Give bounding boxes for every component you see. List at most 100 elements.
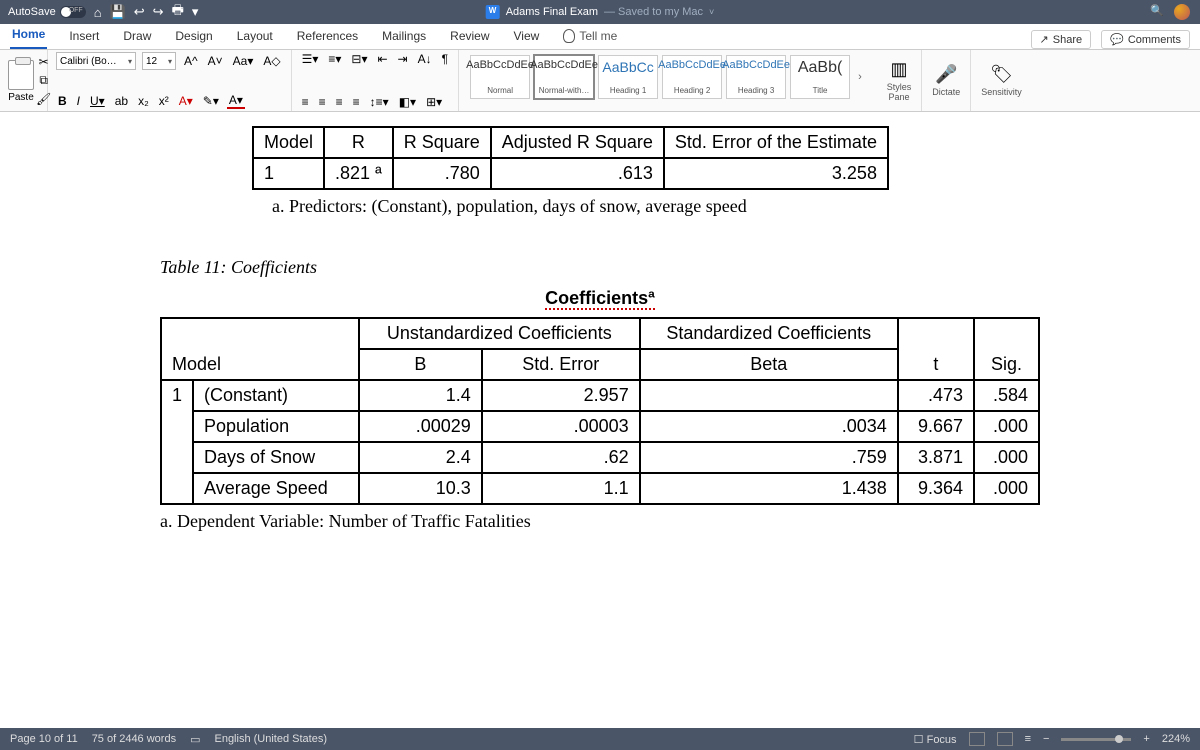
table-cell: 9.364 xyxy=(898,473,974,504)
tab-mailings[interactable]: Mailings xyxy=(380,25,428,49)
change-case-icon[interactable]: Aa▾ xyxy=(231,54,256,68)
ribbon: Paste ✂ ⧉ 🖌 Calibri (Bo… 12 A^ A˅ Aa▾ A◇… xyxy=(0,50,1200,112)
table-cell: .759 xyxy=(640,442,898,473)
bold-button[interactable]: B xyxy=(56,94,69,108)
align-right-icon[interactable]: ≡ xyxy=(334,95,345,109)
tab-insert[interactable]: Insert xyxy=(67,25,101,49)
word-count[interactable]: 75 of 2446 words xyxy=(92,733,176,745)
sensitivity-button[interactable]: 🏷 Sensitivity xyxy=(971,50,1032,111)
spellcheck-icon[interactable]: ▭ xyxy=(190,733,200,746)
underline-button[interactable]: U▾ xyxy=(88,94,107,108)
tab-view[interactable]: View xyxy=(512,25,542,49)
table-cell: .000 xyxy=(974,411,1039,442)
web-layout-view-icon[interactable] xyxy=(997,732,1013,746)
search-icon[interactable]: 🔍 xyxy=(1150,4,1164,20)
style-heading2[interactable]: AaBbCcDdEeHeading 2 xyxy=(662,55,722,99)
table-header: Beta xyxy=(640,349,898,380)
tab-home[interactable]: Home xyxy=(10,23,47,49)
overflow-icon[interactable]: ▾ xyxy=(192,4,199,20)
style-heading1[interactable]: AaBbCcHeading 1 xyxy=(598,55,658,99)
undo-icon[interactable]: ↩ xyxy=(134,4,145,20)
comments-button[interactable]: 💬 Comments xyxy=(1101,30,1190,49)
align-left-icon[interactable]: ≡ xyxy=(300,95,311,109)
tab-review[interactable]: Review xyxy=(448,25,491,49)
language-indicator[interactable]: English (United States) xyxy=(214,733,327,745)
numbering-icon[interactable]: ≡▾ xyxy=(326,52,343,66)
save-status[interactable]: — Saved to my Mac xyxy=(604,6,703,18)
table-header: t xyxy=(898,318,974,380)
superscript-button[interactable]: x² xyxy=(157,94,171,108)
align-center-icon[interactable]: ≡ xyxy=(317,95,328,109)
autosave-toggle[interactable]: AutoSave xyxy=(8,6,86,18)
clear-format-icon[interactable]: A◇ xyxy=(261,54,282,68)
dictate-button[interactable]: 🎤 Dictate xyxy=(922,50,971,111)
menu-tabs: Home Insert Draw Design Layout Reference… xyxy=(0,24,1200,50)
multilevel-icon[interactable]: ⊟▾ xyxy=(349,52,369,66)
decrease-indent-icon[interactable]: ⇤ xyxy=(375,52,389,66)
print-icon[interactable]: 🖶 xyxy=(172,1,184,23)
grow-font-icon[interactable]: A^ xyxy=(182,54,200,68)
font-name-select[interactable]: Calibri (Bo… xyxy=(56,52,136,70)
font-color-button[interactable]: A▾ xyxy=(227,93,245,109)
document-title[interactable]: Adams Final Exam xyxy=(506,6,598,18)
shrink-font-icon[interactable]: A˅ xyxy=(206,54,225,68)
coefficients-table: Model Unstandardized Coefficients Standa… xyxy=(160,317,1040,505)
tell-me-search[interactable]: Tell me xyxy=(561,25,619,49)
style-title[interactable]: AaBb(Title xyxy=(790,55,850,99)
print-layout-view-icon[interactable] xyxy=(969,732,985,746)
zoom-level[interactable]: 224% xyxy=(1162,733,1190,745)
borders-icon[interactable]: ⊞▾ xyxy=(424,95,444,109)
zoom-in-button[interactable]: + xyxy=(1143,733,1149,745)
table-header: Adjusted R Square xyxy=(491,127,664,158)
style-normal[interactable]: AaBbCcDdEeNormal xyxy=(470,55,530,99)
table-header: R xyxy=(324,127,393,158)
outline-view-icon[interactable]: ≡ xyxy=(1025,733,1031,745)
page-indicator[interactable]: Page 10 of 11 xyxy=(10,733,78,745)
tab-draw[interactable]: Draw xyxy=(121,25,153,49)
increase-indent-icon[interactable]: ⇥ xyxy=(396,52,410,66)
text-highlight-icon[interactable]: A▾ xyxy=(177,94,195,108)
lightbulb-icon xyxy=(563,29,575,43)
focus-mode-button[interactable]: ☐ Focus xyxy=(914,733,957,746)
strike-button[interactable]: ab xyxy=(113,94,130,108)
table-cell: 2.957 xyxy=(482,380,640,411)
zoom-slider[interactable] xyxy=(1061,738,1131,741)
tab-design[interactable]: Design xyxy=(173,25,214,49)
shading-icon[interactable]: ◧▾ xyxy=(397,95,418,109)
sort-icon[interactable]: A↓ xyxy=(416,52,434,66)
document-canvas[interactable]: Model R R Square Adjusted R Square Std. … xyxy=(0,112,1200,728)
share-label: Share xyxy=(1053,34,1082,46)
subscript-button[interactable]: x₂ xyxy=(136,94,151,108)
styles-scroll-up-icon[interactable]: › xyxy=(858,71,862,83)
comments-label: Comments xyxy=(1128,34,1181,46)
table-cell: Population xyxy=(193,411,359,442)
autosave-label: AutoSave xyxy=(8,6,56,18)
styles-pane-button[interactable]: ▥ Styles Pane xyxy=(877,50,923,111)
style-normal-with[interactable]: AaBbCcDdEeNormal-with… xyxy=(534,55,594,99)
save-icon[interactable]: 💾 xyxy=(110,4,126,20)
table-cell: .62 xyxy=(482,442,640,473)
line-spacing-icon[interactable]: ↕≡▾ xyxy=(368,95,391,109)
paste-label[interactable]: Paste xyxy=(8,92,34,103)
justify-icon[interactable]: ≡ xyxy=(351,95,362,109)
font-color-icon[interactable]: ✎▾ xyxy=(201,94,221,108)
bullets-icon[interactable]: ☰▾ xyxy=(300,52,321,66)
table-cell: 10.3 xyxy=(359,473,482,504)
home-icon[interactable]: ⌂ xyxy=(94,5,102,20)
model-summary-table: Model R R Square Adjusted R Square Std. … xyxy=(252,126,889,190)
user-avatar[interactable] xyxy=(1174,4,1190,20)
style-heading3[interactable]: AaBbCcDdEeHeading 3 xyxy=(726,55,786,99)
table-cell: 1.4 xyxy=(359,380,482,411)
tab-layout[interactable]: Layout xyxy=(235,25,275,49)
paste-icon[interactable] xyxy=(8,60,34,90)
autosave-switch[interactable] xyxy=(60,6,86,18)
redo-icon[interactable]: ↪ xyxy=(153,4,164,20)
table-row: 1 (Constant) 1.4 2.957 .473 .584 xyxy=(161,380,1039,411)
italic-button[interactable]: I xyxy=(75,94,82,108)
zoom-out-button[interactable]: − xyxy=(1043,733,1049,745)
tab-references[interactable]: References xyxy=(295,25,360,49)
chevron-down-icon[interactable]: ˅ xyxy=(709,7,714,17)
font-size-select[interactable]: 12 xyxy=(142,52,176,70)
show-marks-icon[interactable]: ¶ xyxy=(440,52,450,66)
share-button[interactable]: ↗ Share xyxy=(1031,30,1092,49)
